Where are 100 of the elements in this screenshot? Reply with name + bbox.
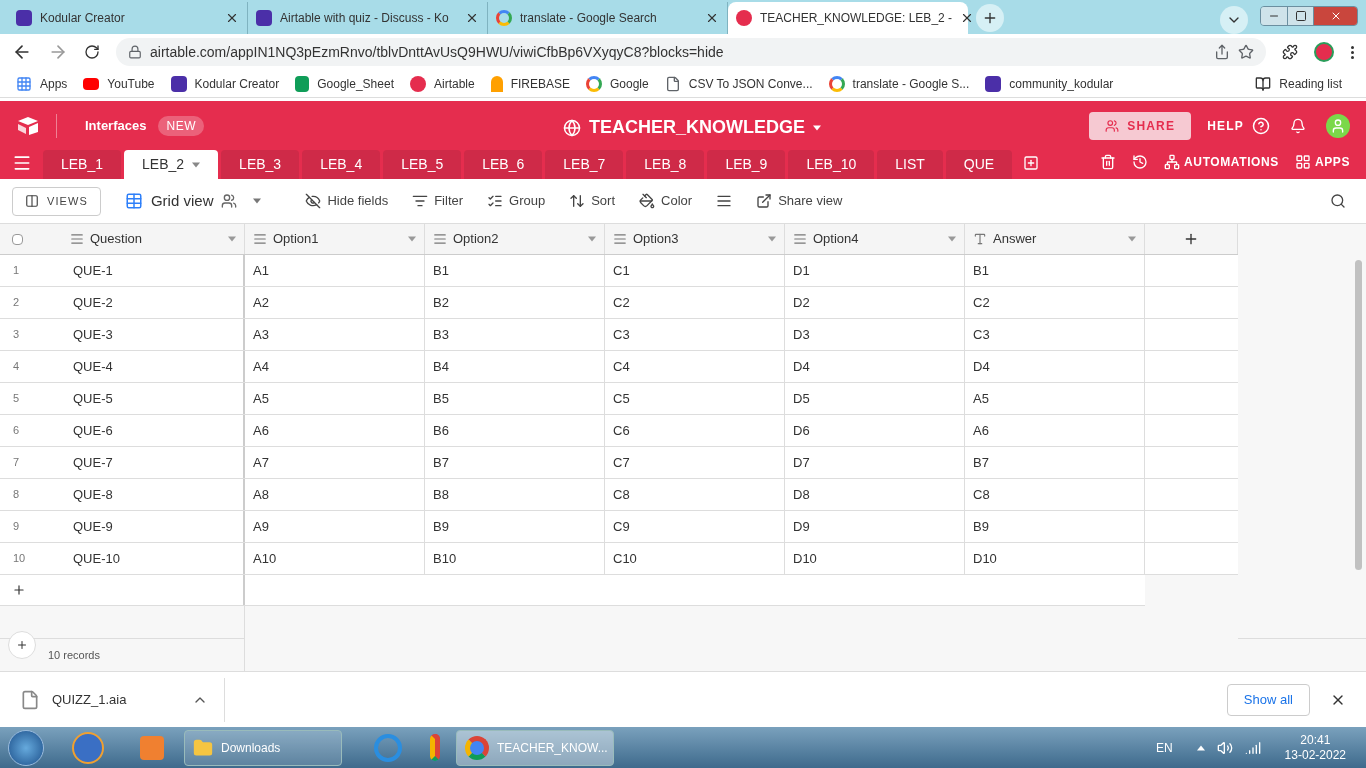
table-cell[interactable]: A6 [245, 415, 425, 446]
automations-button[interactable]: AUTOMATIONS [1164, 153, 1279, 171]
views-button[interactable]: VIEWS [12, 186, 101, 216]
download-file-name[interactable]: QUIZZ_1.aia [52, 689, 192, 710]
help-link[interactable]: HELP [1207, 116, 1244, 135]
airtable-logo[interactable] [16, 115, 40, 136]
add-table-icon[interactable] [1023, 155, 1040, 171]
clock-date[interactable]: 13-02-2022 [1284, 747, 1346, 763]
table-tab[interactable]: LEB_7 [545, 150, 624, 179]
table-tab[interactable]: LEB_2 [124, 150, 219, 179]
maximize-button[interactable] [1287, 7, 1313, 25]
close-icon[interactable] [465, 11, 479, 25]
bookmark-link[interactable]: Kodular Creator [170, 74, 280, 93]
interfaces-link[interactable]: Interfaces [85, 115, 147, 136]
table-cell[interactable]: B3 [425, 319, 605, 350]
color-button[interactable]: Color [639, 191, 693, 211]
column-header[interactable]: Option1 [245, 224, 425, 254]
table-cell[interactable]: D7 [785, 447, 965, 478]
caret-icon[interactable] [253, 197, 262, 205]
table-cell[interactable]: A7 [245, 447, 425, 478]
browser-tab[interactable]: Airtable with quiz - Discuss - Ko [248, 2, 488, 34]
table-tab[interactable]: LEB_6 [464, 150, 543, 179]
add-record-button[interactable] [8, 631, 36, 659]
table-cell[interactable]: D4 [785, 351, 965, 382]
table-cell[interactable]: B5 [425, 383, 605, 414]
table-cell[interactable]: A1 [245, 255, 425, 286]
table-cell[interactable]: B6 [425, 415, 605, 446]
table-cell[interactable]: C10 [605, 543, 785, 574]
language-indicator[interactable]: EN [1155, 738, 1173, 757]
close-icon[interactable] [225, 11, 239, 25]
table-cell[interactable]: D3 [785, 319, 965, 350]
table-cell[interactable]: B7 [965, 447, 1145, 478]
bookmark-link[interactable]: community_kodular [985, 74, 1114, 93]
table-cell[interactable]: A4 [245, 351, 425, 382]
table-cell[interactable]: D8 [785, 479, 965, 510]
table-cell[interactable]: A8 [245, 479, 425, 510]
column-header[interactable]: Option4 [785, 224, 965, 254]
table-cell[interactable]: A5 [245, 383, 425, 414]
reload-icon[interactable] [84, 44, 100, 60]
bookmark-link[interactable]: YouTube [83, 74, 155, 93]
table-tab[interactable]: QUE [945, 150, 1013, 179]
table-tab[interactable]: LEB_5 [383, 150, 462, 179]
table-cell[interactable]: D6 [785, 415, 965, 446]
table-cell[interactable]: C2 [965, 287, 1145, 318]
notification-bell-icon[interactable] [1290, 117, 1306, 134]
user-avatar[interactable] [1326, 113, 1350, 138]
help-icon[interactable] [1252, 116, 1270, 135]
bookmark-link[interactable]: translate - Google S... [828, 74, 970, 93]
table-cell[interactable]: B10 [425, 543, 605, 574]
table-cell[interactable]: B1 [965, 255, 1145, 286]
table-cell[interactable]: D5 [785, 383, 965, 414]
address-field[interactable]: airtable.com/appIN1NQ3pEzmRnvo/tblvDnttAvUsQ9HWU/viwiCfbBp6VXyqyC8?blocks=hide [116, 38, 1266, 66]
volume-icon[interactable] [1216, 739, 1233, 756]
group-button[interactable]: Group [487, 191, 546, 211]
bookmark-link[interactable]: FIREBASE [490, 74, 570, 93]
column-header[interactable]: Option2 [425, 224, 605, 254]
start-button[interactable] [8, 729, 44, 766]
column-header[interactable]: Option3 [605, 224, 785, 254]
table-cell[interactable]: A3 [245, 319, 425, 350]
menu-icon[interactable] [12, 153, 32, 173]
table-cell[interactable]: B9 [965, 511, 1145, 542]
trash-icon[interactable] [1100, 154, 1117, 170]
scrollbar-thumb[interactable] [1355, 260, 1362, 570]
table-cell[interactable]: D10 [965, 543, 1145, 574]
sort-button[interactable]: Sort [569, 191, 616, 211]
extensions-icon[interactable] [1282, 44, 1298, 60]
network-icon[interactable] [1244, 739, 1261, 756]
search-icon[interactable] [1330, 193, 1346, 209]
show-all-button[interactable]: Show all [1226, 683, 1310, 716]
table-cell[interactable]: A9 [245, 511, 425, 542]
bookmark-link[interactable]: CSV To JSON Conve... [664, 74, 813, 93]
base-title[interactable]: TEACHER_KNOWLEDGE [589, 114, 805, 141]
table-cell[interactable]: D10 [785, 543, 965, 574]
table-tab[interactable]: LEB_1 [43, 150, 122, 179]
table-tab[interactable]: LEB_4 [302, 150, 381, 179]
table-cell[interactable]: A5 [965, 383, 1145, 414]
table-cell[interactable]: C7 [605, 447, 785, 478]
table-cell[interactable]: D2 [785, 287, 965, 318]
new-tab-button[interactable] [976, 4, 1004, 32]
table-cell[interactable]: B2 [425, 287, 605, 318]
bookmark-link[interactable]: Apps [16, 74, 68, 93]
bookmark-link[interactable]: Google_Sheet [295, 74, 394, 93]
tab-search-button[interactable] [1220, 6, 1248, 34]
table-cell[interactable]: C8 [605, 479, 785, 510]
table-cell[interactable]: A6 [965, 415, 1145, 446]
star-icon[interactable] [1238, 44, 1254, 60]
table-cell[interactable]: B8 [425, 479, 605, 510]
bookmark-link[interactable]: Google [586, 74, 649, 93]
table-cell[interactable]: C6 [605, 415, 785, 446]
table-cell[interactable]: C2 [605, 287, 785, 318]
table-cell[interactable]: D1 [785, 255, 965, 286]
media-player-icon[interactable] [72, 731, 104, 764]
view-switcher[interactable]: Grid view [124, 189, 262, 213]
table-tab[interactable]: LEB_8 [626, 150, 705, 179]
share-view-button[interactable]: Share view [756, 191, 843, 211]
table-tab[interactable]: LEB_9 [707, 150, 786, 179]
select-all-checkbox[interactable] [12, 233, 23, 245]
add-row-icon[interactable] [12, 583, 26, 597]
table-cell[interactable]: A10 [245, 543, 425, 574]
table-cell[interactable]: D9 [785, 511, 965, 542]
